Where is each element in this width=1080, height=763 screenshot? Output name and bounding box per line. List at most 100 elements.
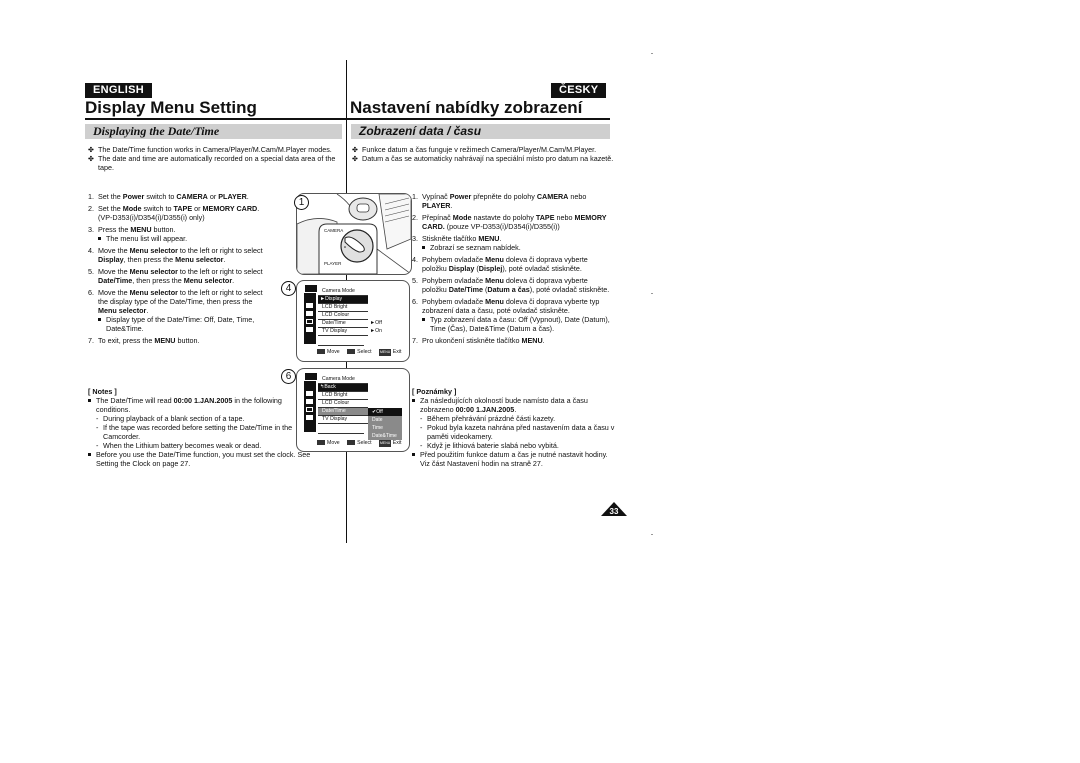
square-bullet-icon bbox=[98, 237, 101, 240]
step-subnote: The menu list will appear. bbox=[98, 234, 268, 243]
menu-row-lcd-bright[interactable]: LCD Bright bbox=[318, 392, 368, 400]
step-text: Move the Menu selector to the left or ri… bbox=[98, 267, 263, 285]
step-number: 3. bbox=[88, 225, 94, 234]
page-title-english: Display Menu Setting bbox=[85, 98, 257, 117]
camera-menu-icon bbox=[306, 391, 313, 396]
option-time[interactable]: Time bbox=[368, 424, 402, 432]
figure-power-switch: CAMERA PLAYER bbox=[296, 193, 412, 275]
square-bullet-icon bbox=[88, 399, 91, 402]
menu-row-empty bbox=[318, 426, 364, 434]
step-item: 6. Move the Menu selector to the left or … bbox=[88, 288, 268, 333]
menu-row-back[interactable]: ↰Back bbox=[318, 384, 368, 392]
memory-menu-icon bbox=[306, 399, 313, 404]
cross-bullet-icon: ✤ bbox=[88, 145, 95, 154]
square-bullet-icon bbox=[412, 399, 415, 402]
display-menu-icon bbox=[306, 407, 313, 412]
menu-row-display[interactable]: ►Display bbox=[318, 296, 368, 304]
step-text: Pohybem ovladače Menu doleva či doprava … bbox=[422, 297, 600, 315]
menu-row-tv-display[interactable]: TV Display bbox=[318, 416, 368, 424]
figure-number-6: 6 bbox=[281, 369, 296, 384]
move-icon bbox=[317, 349, 325, 355]
step-item: 3. Press the MENU button. The menu list wi… bbox=[88, 225, 268, 243]
step-number: 3. bbox=[412, 234, 418, 243]
option-date-and-time[interactable]: Date&Time bbox=[368, 432, 402, 440]
square-bullet-icon bbox=[412, 453, 415, 456]
menu-screen: Camera Mode ►Display LCD Bright LCD Colo… bbox=[304, 284, 382, 346]
language-badge-english: ENGLISH bbox=[85, 83, 152, 98]
option-date[interactable]: Date bbox=[368, 416, 402, 424]
menu-row-lcd-bright[interactable]: LCD Bright bbox=[318, 304, 368, 312]
square-bullet-icon bbox=[422, 246, 425, 249]
step-item: 3. Stiskněte tlačítko MENU. Zobrazí se sez… bbox=[412, 234, 612, 252]
step-text: Pohybem ovladače Menu doleva či doprava … bbox=[422, 255, 588, 273]
camera-mode-icon bbox=[304, 372, 318, 381]
cross-bullet-icon: ✤ bbox=[352, 145, 359, 154]
camera-menu-icon bbox=[306, 303, 313, 308]
note-item: Before you use the Date/Time function, y… bbox=[88, 450, 313, 468]
cross-bullet-icon: ✤ bbox=[88, 154, 95, 163]
menu-key-icon: MENU bbox=[379, 440, 392, 447]
menu-key-icon: MENU bbox=[379, 349, 392, 356]
move-icon bbox=[317, 440, 325, 446]
crop-mark bbox=[651, 293, 653, 294]
intro-czech: ✤ Funkce datum a čas funguje v režimech C… bbox=[352, 145, 614, 163]
square-bullet-icon bbox=[422, 318, 425, 321]
step-subnote: Typ zobrazení data a času: Off (Vypnout)… bbox=[422, 315, 612, 333]
figure-display-menu: Camera Mode ►Display LCD Bright LCD Colo… bbox=[296, 280, 410, 362]
tv-display-value: ►On bbox=[370, 328, 383, 334]
note-condition: - Pokud byla kazeta nahrána před nastaven… bbox=[420, 423, 615, 441]
steps-czech: 1. Vypínač Power přepněte do polohy CAMER… bbox=[412, 192, 612, 348]
camera-position-label: CAMERA bbox=[324, 228, 344, 233]
note-condition: - Během přehrávání prázdné části kazety. bbox=[420, 414, 556, 423]
step-text: Move the Menu selector to the left or ri… bbox=[98, 288, 263, 315]
step-item: 2. Set the Mode switch to TAPE or MEMORY … bbox=[88, 204, 268, 222]
language-badge-czech: ČESKY bbox=[551, 83, 607, 98]
step-number: 1. bbox=[412, 192, 418, 201]
note-condition: - If the tape was recorded before setting… bbox=[96, 423, 293, 441]
menu-icon-sidebar bbox=[304, 286, 316, 344]
notes-title: [ Poznámky ] bbox=[412, 387, 457, 396]
step-number: 6. bbox=[88, 288, 94, 297]
menu-mode-title: Camera Mode bbox=[318, 376, 368, 384]
intro-english: ✤ The Date/Time function works in Camera/… bbox=[88, 145, 340, 172]
menu-row-lcd-colour[interactable]: LCD Colour bbox=[318, 400, 368, 408]
crop-mark bbox=[651, 534, 653, 535]
note-item: Před použitím funkce datum a čas je nutn… bbox=[412, 450, 617, 468]
step-number: 4. bbox=[88, 246, 94, 255]
step-number: 5. bbox=[88, 267, 94, 276]
notes-list: The Date/Time will read 00:00 1.JAN.2005… bbox=[88, 396, 313, 468]
menu-row-date-time[interactable]: Date/Time bbox=[318, 320, 368, 328]
page-number: 33 bbox=[609, 507, 619, 516]
menu-footer: Move Select MENU Exit bbox=[317, 349, 401, 356]
figure-number-4: 4 bbox=[281, 281, 296, 296]
menu-row-empty bbox=[318, 338, 364, 346]
step-number: 5. bbox=[412, 276, 418, 285]
step-text: Vypínač Power přepněte do polohy CAMERA … bbox=[422, 192, 587, 210]
step-text: Set the Power switch to CAMERA or PLAYER… bbox=[98, 192, 249, 201]
notes-czech: [ Poznámky ] Za následujících okolností … bbox=[412, 387, 617, 468]
step-subnote: Display type of the Date/Time: Off, Date… bbox=[98, 315, 268, 333]
step-text: Move the Menu selector to the left or ri… bbox=[98, 246, 263, 264]
step-number: 6. bbox=[412, 297, 418, 306]
step-text: Press the MENU button. bbox=[98, 225, 176, 234]
step-number: 2. bbox=[88, 204, 94, 213]
step-item: 1. Vypínač Power přepněte do polohy CAMER… bbox=[412, 192, 612, 210]
step-number: 1. bbox=[88, 192, 94, 201]
note-condition: - During playback of a blank section of a… bbox=[96, 414, 245, 423]
notes-list: Za následujících okolností bude namísto … bbox=[412, 396, 617, 468]
menu-row-date-time[interactable]: Date/Time bbox=[318, 408, 368, 416]
menu-icon-sidebar bbox=[304, 374, 316, 432]
step-text: Set the Mode switch to TAPE or MEMORY CA… bbox=[98, 204, 260, 222]
step-item: 4. Move the Menu selector to the left or … bbox=[88, 246, 268, 264]
step-item: 5. Move the Menu selector to the left or … bbox=[88, 267, 268, 285]
menu-row-tv-display[interactable]: TV Display bbox=[318, 328, 368, 336]
menu-footer: Move Select MENU Exit bbox=[317, 440, 401, 447]
step-text: Stiskněte tlačítko MENU. bbox=[422, 234, 502, 243]
option-off[interactable]: ✔Off bbox=[368, 408, 402, 416]
steps-english: 1. Set the Power switch to CAMERA or PLAY… bbox=[88, 192, 268, 348]
intro-item: ✤ Funkce datum a čas funguje v režimech C… bbox=[352, 145, 597, 154]
menu-row-lcd-colour[interactable]: LCD Colour bbox=[318, 312, 368, 320]
figure-date-time-menu: Camera Mode ↰Back LCD Bright LCD Colour … bbox=[296, 368, 410, 452]
select-icon bbox=[347, 349, 356, 355]
menu-mode-title: Camera Mode bbox=[318, 288, 368, 296]
